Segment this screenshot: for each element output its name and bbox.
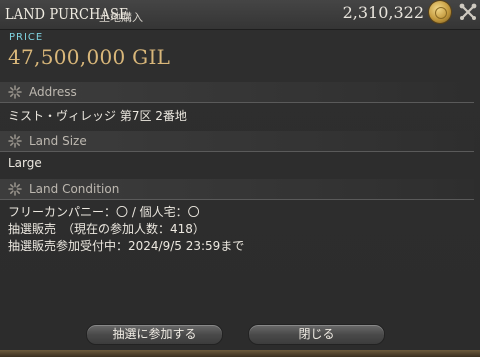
bottom-border [0, 350, 480, 357]
gil-coin-icon [429, 1, 451, 23]
sparkle-icon [8, 182, 22, 196]
land-size-section-header: Land Size [0, 131, 474, 152]
close-button[interactable]: 閉じる [248, 324, 385, 345]
sparkle-icon [8, 85, 22, 99]
price-label: PRICE [9, 32, 44, 43]
land-condition-header: Land Condition [29, 182, 120, 196]
price-value: 47,500,000 GIL [8, 45, 171, 69]
enter-lottery-button[interactable]: 抽選に参加する [86, 324, 223, 345]
land-size-value: Large [8, 156, 42, 170]
condition-line-lottery-deadline: 抽選販売参加受付中：2024/9/5 23:59まで [8, 239, 245, 253]
gil-balance: 2,310,322 [342, 3, 424, 22]
land-size-header: Land Size [29, 134, 87, 148]
land-condition-section-header: Land Condition [0, 179, 474, 200]
condition-line-ownership: フリーカンパニー：〇 / 個人宅：〇 [8, 205, 200, 219]
address-section-header: Address [0, 82, 474, 103]
address-header: Address [29, 85, 77, 99]
window-subtitle: 土地購入 [99, 11, 143, 24]
land-purchase-window: LAND PURCHASE 土地購入 2,310,322 PRICE 47,50… [0, 0, 480, 357]
sparkle-icon [8, 134, 22, 148]
address-value: ミスト・ヴィレッジ 第7区 2番地 [8, 109, 187, 123]
condition-line-lottery-entrants: 抽選販売 （現在の参加人数：418） [8, 222, 205, 236]
crossed-tools-icon[interactable] [459, 3, 477, 21]
title-bar: LAND PURCHASE 土地購入 2,310,322 [0, 0, 480, 30]
